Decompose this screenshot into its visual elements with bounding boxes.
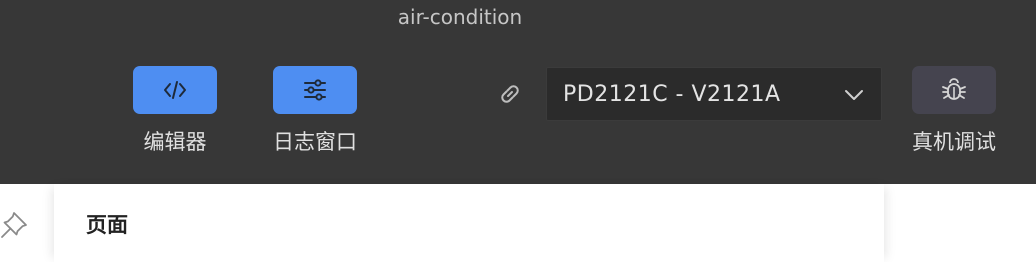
bug-icon xyxy=(942,78,966,100)
page-title: 页面 xyxy=(86,213,128,237)
log-window-tool[interactable]: 日志窗口 xyxy=(255,66,375,166)
device-select-value: PD2121C - V2121A xyxy=(563,82,781,107)
device-select[interactable]: PD2121C - V2121A xyxy=(546,67,882,121)
log-window-button[interactable] xyxy=(273,66,357,114)
sliders-icon xyxy=(304,79,326,101)
editor-button[interactable] xyxy=(133,66,217,114)
title-bar: air-condition xyxy=(0,0,1036,36)
log-window-label: 日志窗口 xyxy=(273,130,357,154)
window-title: air-condition xyxy=(397,5,523,29)
chevron-down-icon xyxy=(845,90,863,100)
link-icon[interactable] xyxy=(494,78,526,110)
device-debug-label: 真机调试 xyxy=(912,130,996,154)
pin-icon[interactable] xyxy=(0,209,30,239)
editor-tool[interactable]: 编辑器 xyxy=(115,66,235,166)
content-area: 页面 xyxy=(0,184,1036,262)
device-debug-button[interactable] xyxy=(912,66,996,114)
toolbar: 编辑器 日志窗口 PD2121C - V2121A 真机调试 xyxy=(0,36,1036,184)
editor-label: 编辑器 xyxy=(143,130,207,154)
page-panel: 页面 xyxy=(54,184,884,262)
device-debug-tool[interactable]: 真机调试 xyxy=(894,66,1014,166)
code-icon xyxy=(164,81,186,99)
